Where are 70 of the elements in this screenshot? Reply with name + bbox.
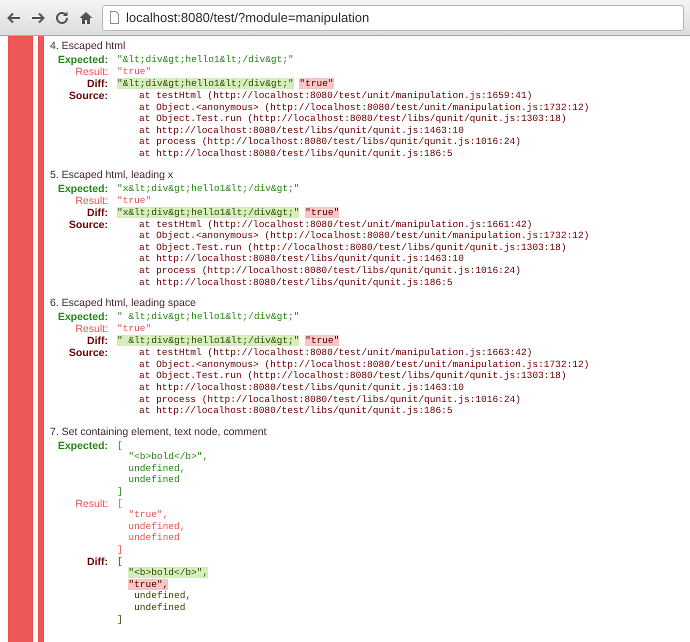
- row-label: Expected:: [56, 182, 109, 195]
- diff-text: undefined: [133, 602, 186, 613]
- row-label: Diff:: [86, 78, 109, 90]
- stack-line: at process (http://localhost:8080/test/libs/qunit/qunit.js:1016:24): [139, 394, 521, 404]
- stack-line: at http://localhost:8080/test/libs/qunit/qunit.js:186:5: [139, 276, 453, 288]
- value-text: undefined,: [128, 462, 186, 474]
- stack-line: at Object.Test.run (http://localhost:8080/test/libs/qunit/qunit.js:1303:18): [139, 242, 567, 253]
- value-text: "true": [117, 194, 152, 206]
- deleted-text: "true": [305, 335, 340, 346]
- reload-icon[interactable]: [54, 10, 70, 26]
- row-label: Diff:: [86, 206, 109, 219]
- stack-line: at process (http://localhost:8080/test/libs/qunit/qunit.js:1016:24): [139, 136, 521, 148]
- stack-line: at testHtml (http://localhost:8080/test/unit/manipulation.js:1659:41): [139, 90, 532, 101]
- value-text: ]: [117, 486, 123, 498]
- value-text: [: [117, 498, 123, 509]
- test-title: 4. Escaped html: [50, 40, 126, 52]
- row-label: Result:: [74, 194, 109, 207]
- stack-line: at testHtml (http://localhost:8080/test/unit/manipulation.js:1661:42): [139, 218, 532, 230]
- stack-line: at http://localhost:8080/test/libs/qunit/qunit.js:1463:10: [139, 382, 464, 393]
- deleted-text: "true": [299, 78, 334, 89]
- value-text: undefined: [128, 532, 180, 544]
- row-label: Expected:: [56, 440, 109, 454]
- row-label: Result:: [74, 498, 109, 512]
- value-text: "<b>bold</b>",: [128, 451, 208, 462]
- stack-line: at http://localhost:8080/test/libs/qunit/qunit.js:186:5: [139, 148, 453, 159]
- test-title: 7. Set containing element, text node, comment: [50, 426, 268, 438]
- value-text: [: [117, 440, 123, 451]
- inserted-text: "&lt;div&gt;hello1&lt;/div&gt;": [117, 78, 294, 89]
- test-title: 6. Escaped html, leading space: [50, 297, 197, 310]
- value-text: "x&lt;div&gt;hello1&lt;/div&gt;": [117, 182, 300, 194]
- value-text: undefined,: [128, 520, 186, 532]
- value-text: " &lt;div&gt;hello1&lt;/div&gt;": [117, 311, 300, 322]
- row-label: Result:: [74, 323, 109, 336]
- value-text: "&lt;div&gt;hello1&lt;/div&gt;": [117, 54, 294, 65]
- stack-line: at http://localhost:8080/test/libs/qunit/qunit.js:1463:10: [139, 124, 464, 136]
- home-icon[interactable]: [78, 10, 94, 26]
- stack-line: at Object.Test.run (http://localhost:8080/test/libs/qunit/qunit.js:1303:18): [139, 370, 567, 382]
- deleted-text: "true": [305, 206, 340, 218]
- address-bar[interactable]: localhost:8080/test/?module=manipulation: [102, 4, 684, 30]
- diff-text: ]: [117, 614, 123, 625]
- inserted-text: " &lt;div&gt;hello1&lt;/div&gt;": [117, 335, 300, 346]
- inserted-text: "x&lt;div&gt;hello1&lt;/div&gt;": [117, 206, 300, 218]
- value-text: "true": [117, 323, 152, 334]
- stack-line: at Object.Test.run (http://localhost:8080/test/libs/qunit/qunit.js:1303:18): [139, 113, 567, 124]
- stack-line: at http://localhost:8080/test/libs/qunit/qunit.js:186:5: [139, 405, 453, 416]
- inserted-text: "<b>bold</b>",: [128, 567, 208, 578]
- page-icon: [109, 11, 120, 24]
- row-label: Expected:: [56, 54, 109, 66]
- value-text: ]: [117, 544, 123, 556]
- url-text: localhost:8080/test/?module=manipulation: [126, 10, 370, 25]
- stack-line: at Object.<anonymous> (http://localhost:8080/test/unit/manipulation.js:1732:12): [139, 102, 590, 113]
- deleted-text: "true",: [128, 578, 168, 590]
- test-title: 5. Escaped html, leading x: [50, 168, 174, 181]
- stack-line: at Object.<anonymous> (http://localhost:8080/test/unit/manipulation.js:1732:12): [139, 358, 590, 370]
- row-label: Source:: [68, 90, 109, 104]
- row-label: Diff:: [86, 556, 109, 570]
- stack-line: at process (http://localhost:8080/test/libs/qunit/qunit.js:1016:24): [139, 264, 521, 276]
- diff-text: undefined,: [133, 590, 192, 602]
- value-text: undefined: [128, 474, 180, 486]
- stack-line: at Object.<anonymous> (http://localhost:8080/test/unit/manipulation.js:1732:12): [139, 230, 590, 242]
- diff-text: [: [117, 556, 123, 567]
- value-text: "true": [117, 66, 152, 77]
- row-label: Expected:: [56, 311, 109, 324]
- value-text: "true",: [128, 509, 168, 520]
- row-label: Source:: [68, 218, 109, 233]
- row-label: Diff:: [86, 335, 109, 348]
- row-label: Result:: [74, 66, 109, 78]
- row-label: Source:: [68, 347, 109, 362]
- stack-line: at http://localhost:8080/test/libs/qunit/qunit.js:1463:10: [139, 253, 464, 264]
- stack-line: at testHtml (http://localhost:8080/test/unit/manipulation.js:1663:42): [139, 347, 532, 358]
